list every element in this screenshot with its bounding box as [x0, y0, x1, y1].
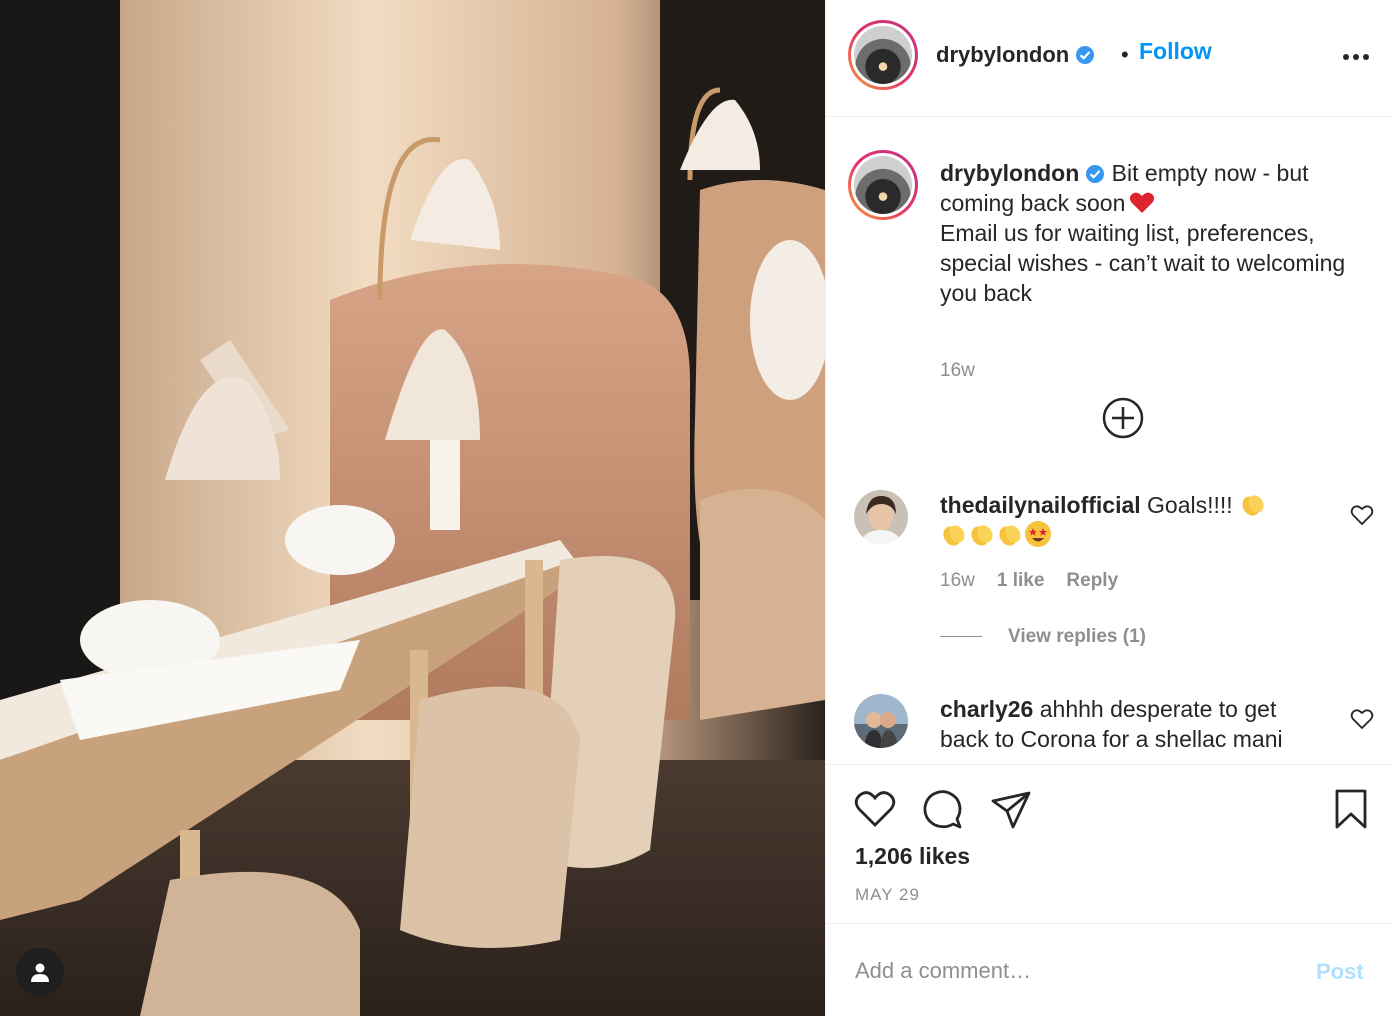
red-heart-emoji-icon: [1130, 192, 1155, 213]
post-comment-button[interactable]: Post: [1316, 959, 1364, 985]
paper-plane-icon[interactable]: [989, 787, 1033, 831]
commenter-avatar[interactable]: [854, 694, 908, 748]
post-photo[interactable]: [0, 0, 825, 1016]
verified-badge-icon: [1086, 165, 1105, 183]
plus-circle-icon[interactable]: [1101, 396, 1145, 440]
add-comment-bar: Post: [826, 925, 1392, 1016]
comment-likes-count[interactable]: 1 like: [997, 570, 1045, 591]
comment-timestamp[interactable]: 16w: [940, 570, 975, 591]
clapping-hands-emoji-icon: [943, 525, 965, 546]
add-comment-input[interactable]: [855, 951, 1295, 991]
reply-button[interactable]: Reply: [1066, 570, 1118, 591]
verified-badge-icon: [1076, 46, 1095, 64]
comment-username[interactable]: charly26: [940, 696, 1033, 722]
comment-heart-icon[interactable]: [1350, 504, 1374, 526]
post-date[interactable]: MAY 29: [855, 885, 920, 905]
comment-username[interactable]: thedailynailofficial: [940, 492, 1141, 518]
comments-section[interactable]: drybylondon Bit empty now - but coming b…: [826, 118, 1392, 764]
author-avatar[interactable]: [848, 20, 918, 90]
post-header: drybylondon • Follow: [826, 0, 1392, 117]
star-struck-face-emoji-icon: [1025, 521, 1051, 547]
post-details-panel: drybylondon • Follow drybylondon Bit emp…: [825, 0, 1392, 1016]
commenter-avatar[interactable]: [854, 490, 908, 544]
more-horizontal-icon: [1343, 54, 1349, 60]
clapping-hands-emoji-icon: [971, 525, 993, 546]
bookmark-icon[interactable]: [1329, 787, 1373, 831]
caption-text-line2: Email us for waiting list, preferences, …: [940, 220, 1346, 306]
comment-text: Goals!!!!: [1147, 492, 1233, 518]
likes-count[interactable]: 1,206 likes: [855, 843, 970, 870]
author-username[interactable]: drybylondon: [936, 42, 1069, 67]
clapping-hands-emoji-icon: [1242, 495, 1264, 516]
comment-heart-icon[interactable]: [1350, 708, 1374, 730]
follow-button[interactable]: Follow: [1139, 38, 1212, 65]
caption-author-avatar[interactable]: [848, 150, 918, 220]
clapping-hands-emoji-icon: [999, 525, 1021, 546]
heart-icon[interactable]: [853, 787, 897, 831]
caption-timestamp[interactable]: 16w: [940, 360, 975, 382]
more-options-button[interactable]: [1338, 42, 1374, 72]
comment-icon[interactable]: [921, 787, 965, 831]
user-tag-icon: [31, 963, 49, 982]
separator-dot: •: [1121, 42, 1129, 67]
view-replies-button[interactable]: View replies (1): [940, 626, 1146, 648]
post-actions: 1,206 likes MAY 29: [826, 764, 1392, 924]
user-tag-button[interactable]: [16, 948, 64, 996]
caption-username[interactable]: drybylondon: [940, 160, 1079, 186]
salon-photo: [0, 0, 825, 1016]
